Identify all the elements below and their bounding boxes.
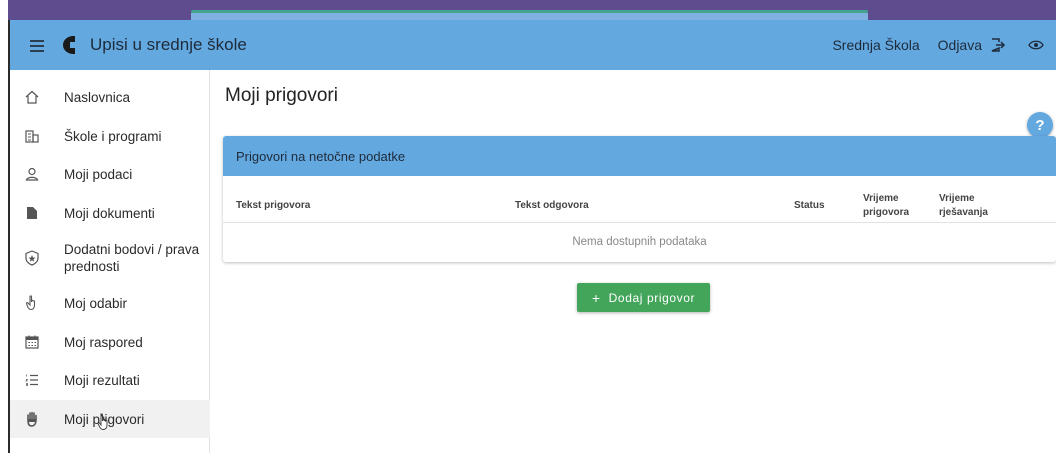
school-label[interactable]: Srednja Škola [832, 37, 919, 53]
sidebar-item-moj-odabir[interactable]: Moj odabir [10, 292, 210, 314]
sidebar-item-label: Škole i programi [64, 128, 162, 144]
sidebar-item-naslovnica[interactable]: Naslovnica [10, 86, 210, 108]
logo-icon [63, 36, 75, 54]
column-header-vrijeme-prigovora[interactable]: Vrijeme prigovora [863, 192, 923, 220]
calendar-icon [24, 334, 40, 350]
sidebar-item-raspored[interactable]: Moj raspored [10, 331, 210, 353]
shield-star-icon [24, 250, 40, 266]
sidebar-item-label: Naslovnica [64, 89, 131, 105]
sidebar-item-label: Moj raspored [64, 334, 143, 350]
complaints-card: Prigovori na netočne podatke Tekst prigo… [223, 136, 1056, 262]
sidebar-item-dodatni-bodovi[interactable]: Dodatni bodovi / prava prednosti [10, 238, 210, 278]
sidebar-item-label: Moji rezultati [64, 372, 140, 388]
person-icon [24, 166, 40, 182]
hand-icon [24, 411, 40, 427]
table-divider [223, 222, 1056, 223]
column-header-tekst-prigovora[interactable]: Tekst prigovora [236, 199, 310, 213]
list-numbered-icon [24, 372, 40, 388]
column-header-vrijeme-rjesavanja[interactable]: Vrijeme rješavanja [939, 192, 1009, 220]
app-title[interactable]: Upisi u srednje škole [90, 35, 247, 55]
tab-indicator [191, 10, 868, 13]
tab-edge [191, 13, 868, 20]
document-icon [24, 205, 40, 221]
sidebar-item-label: Moji dokumenti [64, 205, 155, 221]
logout-link[interactable]: Odjava [938, 37, 982, 53]
card-header: Prigovori na netočne podatke [223, 136, 1056, 176]
home-icon [24, 89, 40, 105]
add-complaint-label: Dodaj prigovor [608, 290, 696, 305]
empty-state-text: Nema dostupnih podataka [572, 236, 707, 248]
browser-top-strip [8, 0, 1056, 20]
column-header-status[interactable]: Status [794, 199, 825, 213]
hand-pointer-icon [24, 295, 40, 311]
sidebar-item-skole[interactable]: Škole i programi [10, 125, 210, 147]
page-title: Moji prigovori [225, 85, 338, 106]
sidebar-item-moji-podaci[interactable]: Moji podaci [10, 163, 210, 185]
add-complaint-button[interactable]: + Dodaj prigovor [577, 283, 710, 312]
hamburger-menu-icon[interactable] [30, 38, 48, 52]
app-bar: Upisi u srednje škole Srednja Škola Odja… [10, 20, 1056, 70]
sidebar-item-rezultati[interactable]: Moji rezultati [10, 369, 210, 391]
building-icon [24, 128, 40, 144]
plus-icon: + [591, 289, 601, 306]
column-header-tekst-odgovora[interactable]: Tekst odgovora [515, 199, 589, 213]
sidebar-item-dokumenti[interactable]: Moji dokumenti [10, 202, 210, 224]
sidebar-item-label: Moji podaci [64, 166, 133, 182]
help-button[interactable]: ? [1027, 112, 1053, 138]
mouse-cursor-icon [97, 413, 108, 430]
logout-icon[interactable] [990, 37, 1006, 53]
sidebar-item-label: Dodatni bodovi / prava prednosti [64, 242, 200, 274]
sidebar: Naslovnica Škole i programi Moji podaci … [10, 70, 210, 453]
card-title: Prigovori na netočne podatke [236, 149, 406, 164]
sidebar-item-label: Moj odabir [64, 295, 128, 311]
eye-icon[interactable] [1028, 39, 1044, 51]
